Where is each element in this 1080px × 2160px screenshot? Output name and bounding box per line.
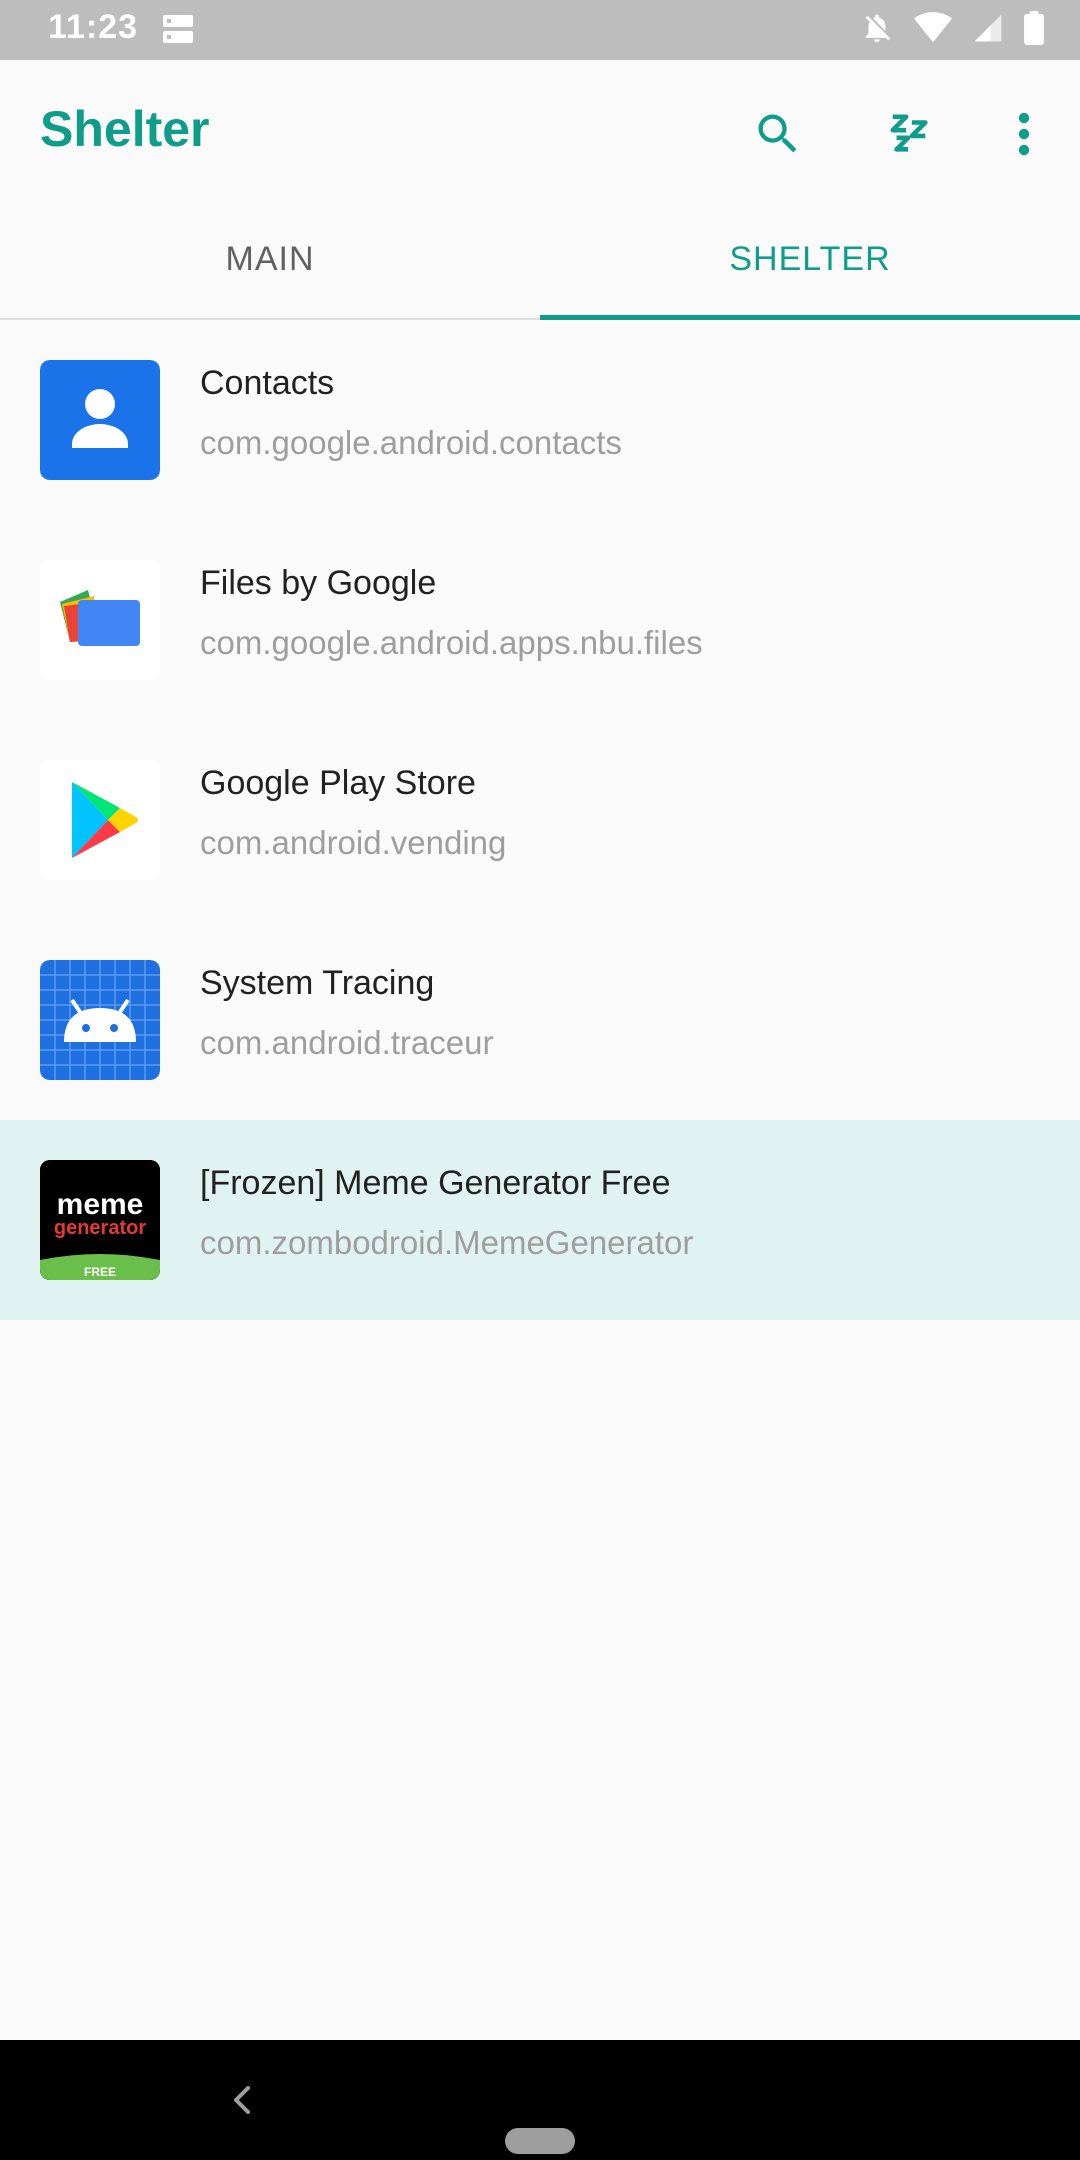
- files-icon: [40, 560, 160, 680]
- list-item[interactable]: Google Play Store com.android.vending: [0, 720, 1080, 920]
- tab-shelter[interactable]: SHELTER: [540, 200, 1080, 320]
- package-name: com.android.traceur: [200, 1024, 494, 1061]
- list-item[interactable]: System Tracing com.android.traceur: [0, 920, 1080, 1120]
- search-icon: [758, 114, 797, 153]
- more-vert-icon: [1018, 112, 1030, 156]
- back-button[interactable]: [222, 2080, 262, 2120]
- status-bar: 11:23: [0, 0, 1080, 60]
- status-icons: [860, 10, 1044, 50]
- contacts-icon: [40, 360, 160, 480]
- home-pill[interactable]: [505, 2128, 575, 2154]
- back-icon: [234, 2086, 250, 2114]
- app-name: System Tracing: [200, 964, 435, 1002]
- freeze-all-button[interactable]: [870, 94, 950, 174]
- svg-text:FREE: FREE: [84, 1265, 116, 1279]
- app-name: [Frozen] Meme Generator Free: [200, 1164, 671, 1202]
- package-name: com.google.android.apps.nbu.files: [200, 624, 703, 661]
- tab-bar: MAIN SHELTER: [0, 200, 1080, 320]
- notifications-off-icon: [860, 11, 894, 50]
- sleep-icon: [890, 114, 928, 152]
- app-title: Shelter: [40, 101, 210, 157]
- list-item-frozen[interactable]: meme generator FREE [Frozen] Meme Genera…: [0, 1120, 1080, 1320]
- battery-icon: [1024, 10, 1044, 50]
- navigation-bar: [0, 2040, 1080, 2160]
- list-item[interactable]: Files by Google com.google.android.apps.…: [0, 520, 1080, 720]
- tab-main[interactable]: MAIN: [0, 200, 540, 318]
- package-name: com.zombodroid.MemeGenerator: [200, 1224, 694, 1261]
- package-name: com.android.vending: [200, 824, 507, 861]
- app-name: Files by Google: [200, 564, 437, 602]
- app-list: Contacts com.google.android.contacts Fil…: [0, 320, 1080, 1320]
- storage-icon: [160, 12, 196, 46]
- overflow-menu-button[interactable]: [984, 94, 1064, 174]
- app-name: Contacts: [200, 364, 335, 402]
- svg-text:generator: generator: [54, 1217, 146, 1239]
- play-store-icon: [40, 760, 160, 880]
- search-button[interactable]: [738, 94, 818, 174]
- app-name: Google Play Store: [200, 764, 476, 802]
- app-bar: Shelter: [0, 60, 1080, 200]
- status-time: 11:23: [48, 8, 139, 46]
- meme-generator-icon: meme generator FREE: [40, 1160, 160, 1280]
- system-tracing-icon: [40, 960, 160, 1080]
- signal-icon: [972, 12, 1004, 49]
- list-item[interactable]: Contacts com.google.android.contacts: [0, 320, 1080, 520]
- package-name: com.google.android.contacts: [200, 424, 622, 461]
- wifi-icon: [914, 11, 952, 49]
